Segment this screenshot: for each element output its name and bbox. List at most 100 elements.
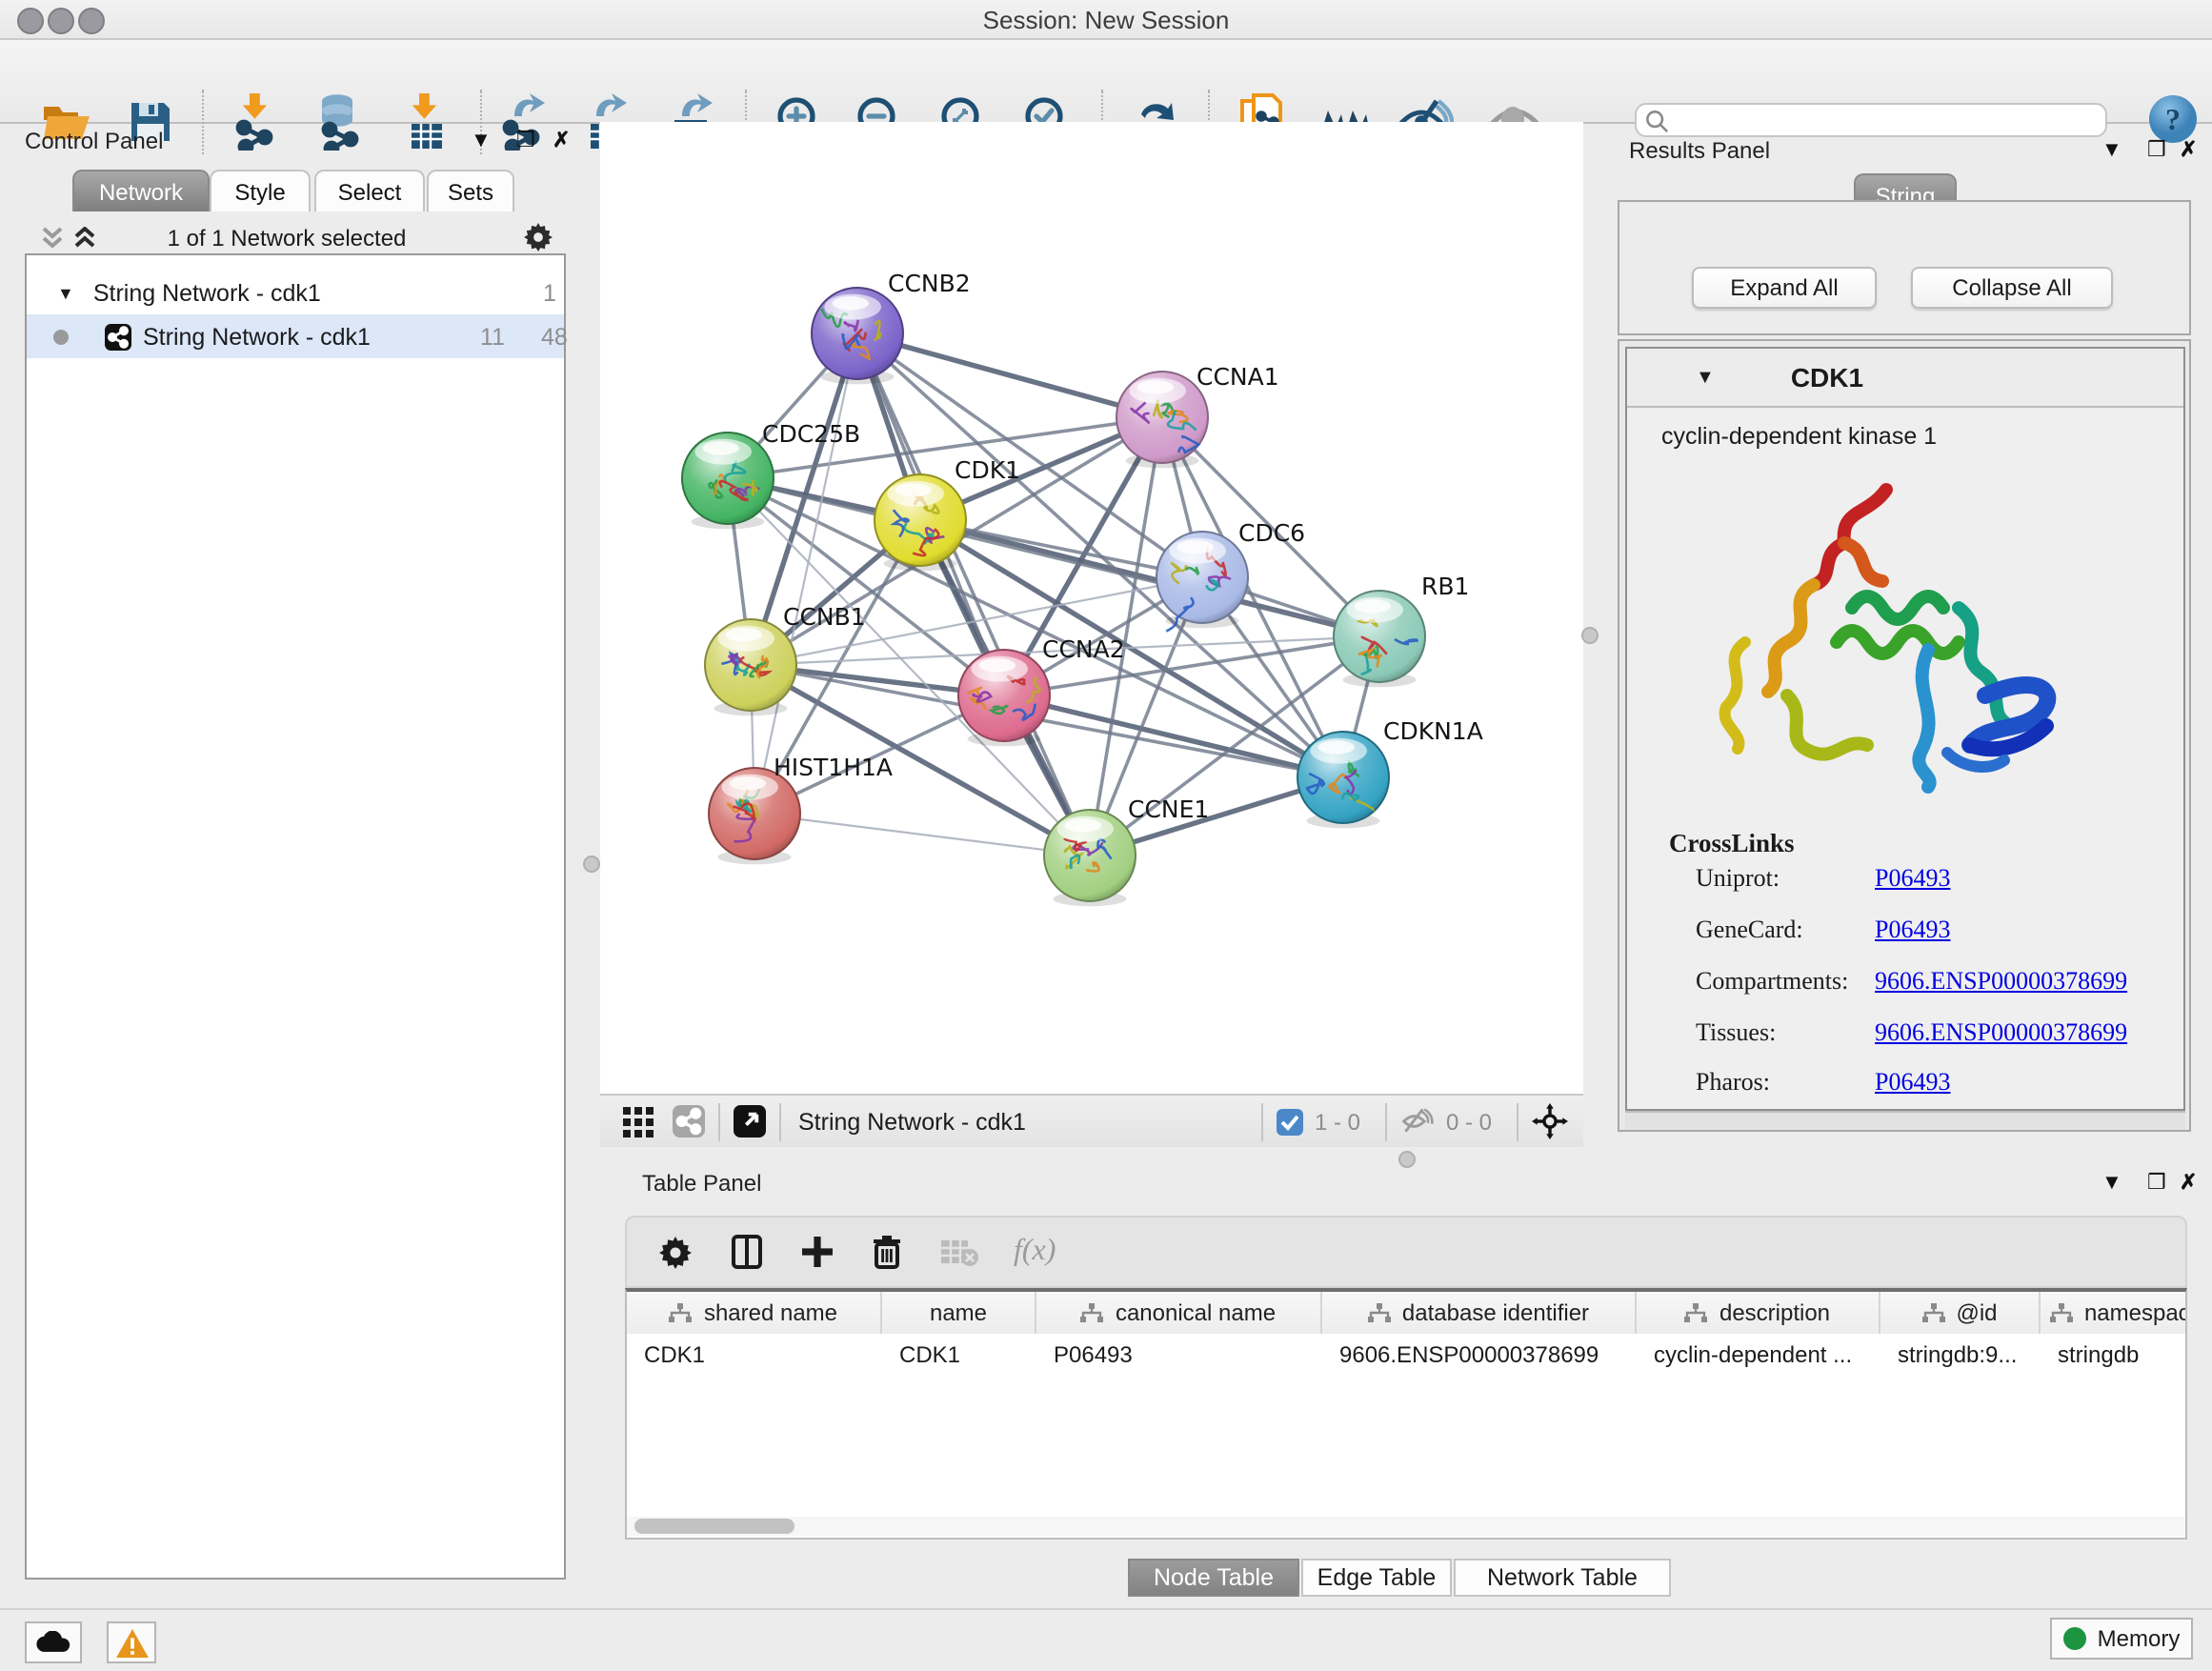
network-view-icon[interactable]: [673, 1105, 705, 1137]
node-table[interactable]: shared namenamecanonical namedatabase id…: [625, 1288, 2187, 1540]
crosslink-label: Uniprot:: [1696, 863, 1780, 894]
network-label: String Network - cdk1: [143, 323, 371, 350]
cloud-icon: [36, 1631, 70, 1654]
current-network-title: String Network - cdk1: [798, 1108, 1026, 1135]
column-header-namespace[interactable]: namespace: [2041, 1292, 2187, 1334]
footer-separator: [1261, 1102, 1263, 1140]
network-collection-row[interactable]: ▼ String Network - cdk1: [27, 271, 564, 314]
node-CCNB1[interactable]: [705, 619, 796, 715]
column-header--id[interactable]: @id: [1880, 1292, 2041, 1334]
maximize-panel-icon[interactable]: ❒: [516, 128, 535, 152]
edge-CCNB2-HIST1H1A[interactable]: [754, 333, 857, 814]
collection-label: String Network - cdk1: [93, 279, 321, 306]
table-settings-gear-icon[interactable]: [659, 1236, 692, 1268]
node-CDC6[interactable]: [1156, 532, 1248, 632]
node-CCNE1[interactable]: [1044, 810, 1136, 906]
column-header-name[interactable]: name: [882, 1292, 1036, 1334]
protein-card: ▼ CDK1 cyclin-dependent kinase 1: [1625, 347, 2185, 1111]
left-splitter-handle[interactable]: [583, 856, 600, 873]
tab-network[interactable]: Network: [72, 170, 210, 211]
network-edge-count: 48: [541, 324, 568, 351]
tab-network-table[interactable]: Network Table: [1454, 1559, 1671, 1597]
table-cell[interactable]: 9606.ENSP00000378699: [1322, 1334, 1637, 1376]
close-panel-icon[interactable]: ✗: [553, 128, 570, 152]
results-actions-box: Expand All Collapse All: [1618, 200, 2191, 335]
selected-checkbox-icon[interactable]: [1277, 1108, 1303, 1135]
warning-status-button[interactable]: [107, 1621, 156, 1663]
delete-column-icon[interactable]: [873, 1235, 901, 1269]
column-header-canonical-name[interactable]: canonical name: [1036, 1292, 1322, 1334]
table-panel: Table Panel ▼ ❒ ✗ f(x) shared namenameca…: [610, 1155, 2202, 1612]
function-builder-icon[interactable]: f(x): [1014, 1235, 1056, 1269]
protein-card-header[interactable]: ▼ CDK1: [1627, 349, 2183, 408]
crosslink-link[interactable]: 9606.ENSP00000378699: [1875, 966, 2127, 997]
title-bar: Session: New Session: [0, 0, 2212, 40]
crosslink-link[interactable]: P06493: [1875, 863, 1950, 894]
crosslink-link[interactable]: P06493: [1875, 1067, 1950, 1097]
tab-select[interactable]: Select: [314, 170, 425, 211]
crosslink-label: Compartments:: [1696, 966, 1848, 997]
tab-sets[interactable]: Sets: [427, 170, 514, 211]
node-HIST1H1A[interactable]: [709, 768, 800, 864]
add-column-icon[interactable]: [802, 1237, 833, 1267]
node-CCNA1[interactable]: [1116, 372, 1208, 468]
scrollbar-thumb[interactable]: [634, 1519, 794, 1534]
table-tabs: Node TableEdge TableNetwork Table: [610, 1559, 2202, 1597]
node-label-CCNE1: CCNE1: [1128, 795, 1209, 823]
footer-separator: [1517, 1102, 1518, 1140]
node-RB1[interactable]: [1334, 591, 1425, 687]
pan-crosshair-icon[interactable]: [1532, 1103, 1568, 1139]
table-toolbar: f(x): [625, 1216, 2187, 1288]
maximize-panel-icon[interactable]: ❒: [2147, 1170, 2166, 1195]
crosslink-label: GeneCard:: [1696, 915, 1803, 945]
node-CDKN1A[interactable]: [1297, 732, 1389, 828]
tab-node-table[interactable]: Node Table: [1128, 1559, 1299, 1597]
memory-label: Memory: [2098, 1625, 2181, 1652]
memory-button[interactable]: Memory: [2050, 1618, 2193, 1660]
expand-all-button[interactable]: Expand All: [1692, 267, 1877, 309]
network-list-header: 1 of 1 Network selected: [10, 221, 564, 255]
float-panel-icon[interactable]: ▼: [471, 130, 492, 152]
float-panel-icon[interactable]: ▼: [2101, 1172, 2122, 1195]
crosslink-link[interactable]: 9606.ENSP00000378699: [1875, 1017, 2127, 1048]
table-cell[interactable]: CDK1: [627, 1334, 882, 1376]
status-bar: Memory: [0, 1608, 2212, 1671]
hidden-eye-icon[interactable]: [1400, 1107, 1435, 1136]
node-label-CDC6: CDC6: [1238, 519, 1305, 547]
collection-expand-icon[interactable]: ▼: [57, 283, 74, 302]
column-header-description[interactable]: description: [1637, 1292, 1880, 1334]
edge-HIST1H1A-CCNE1[interactable]: [754, 814, 1090, 856]
horizontal-scrollbar[interactable]: [1625, 1111, 2185, 1130]
protein-name: CDK1: [1791, 362, 1863, 393]
collapse-section-icon[interactable]: ▼: [1696, 367, 1715, 388]
control-panel-tabs: NetworkStyleSelectSets: [10, 170, 564, 211]
show-columns-icon[interactable]: [732, 1235, 762, 1269]
float-panel-icon[interactable]: ▼: [2101, 139, 2122, 162]
close-panel-icon[interactable]: ✗: [2180, 137, 2197, 162]
tab-edge-table[interactable]: Edge Table: [1301, 1559, 1452, 1597]
network-view-canvas[interactable]: CCNB2CCNA1CDC25BCDK1CDC6RB1CCNB1CCNA2CDK…: [600, 122, 1583, 1094]
column-header-shared-name[interactable]: shared name: [627, 1292, 882, 1334]
node-label-CCNA2: CCNA2: [1042, 635, 1125, 663]
cloud-status-button[interactable]: [25, 1621, 82, 1663]
table-cell[interactable]: P06493: [1036, 1334, 1322, 1376]
collapse-all-button[interactable]: Collapse All: [1911, 267, 2113, 309]
protein-description: cyclin-dependent kinase 1: [1661, 423, 1937, 450]
grid-view-icon[interactable]: [623, 1106, 654, 1137]
maximize-panel-icon[interactable]: ❒: [2147, 137, 2166, 162]
column-header-database-identifier[interactable]: database identifier: [1322, 1292, 1637, 1334]
network-options-gear-icon[interactable]: [524, 223, 553, 252]
table-cell[interactable]: cyclin-dependent ...: [1637, 1334, 1880, 1376]
table-cell[interactable]: stringdb:9...: [1880, 1334, 2041, 1376]
delete-table-icon[interactable]: [941, 1238, 979, 1266]
table-cell[interactable]: stringdb: [2041, 1334, 2187, 1376]
crosslink-link[interactable]: P06493: [1875, 915, 1950, 945]
tab-style[interactable]: Style: [210, 170, 311, 211]
table-horizontal-scrollbar[interactable]: [627, 1517, 2185, 1536]
close-panel-icon[interactable]: ✗: [2180, 1170, 2197, 1195]
memory-status-dot: [2063, 1627, 2086, 1650]
table-cell[interactable]: CDK1: [882, 1334, 1036, 1376]
birdseye-view-icon[interactable]: [734, 1105, 766, 1137]
node-CDC25B[interactable]: [682, 433, 774, 529]
network-graph[interactable]: CCNB2CCNA1CDC25BCDK1CDC6RB1CCNB1CCNA2CDK…: [600, 122, 1583, 1094]
